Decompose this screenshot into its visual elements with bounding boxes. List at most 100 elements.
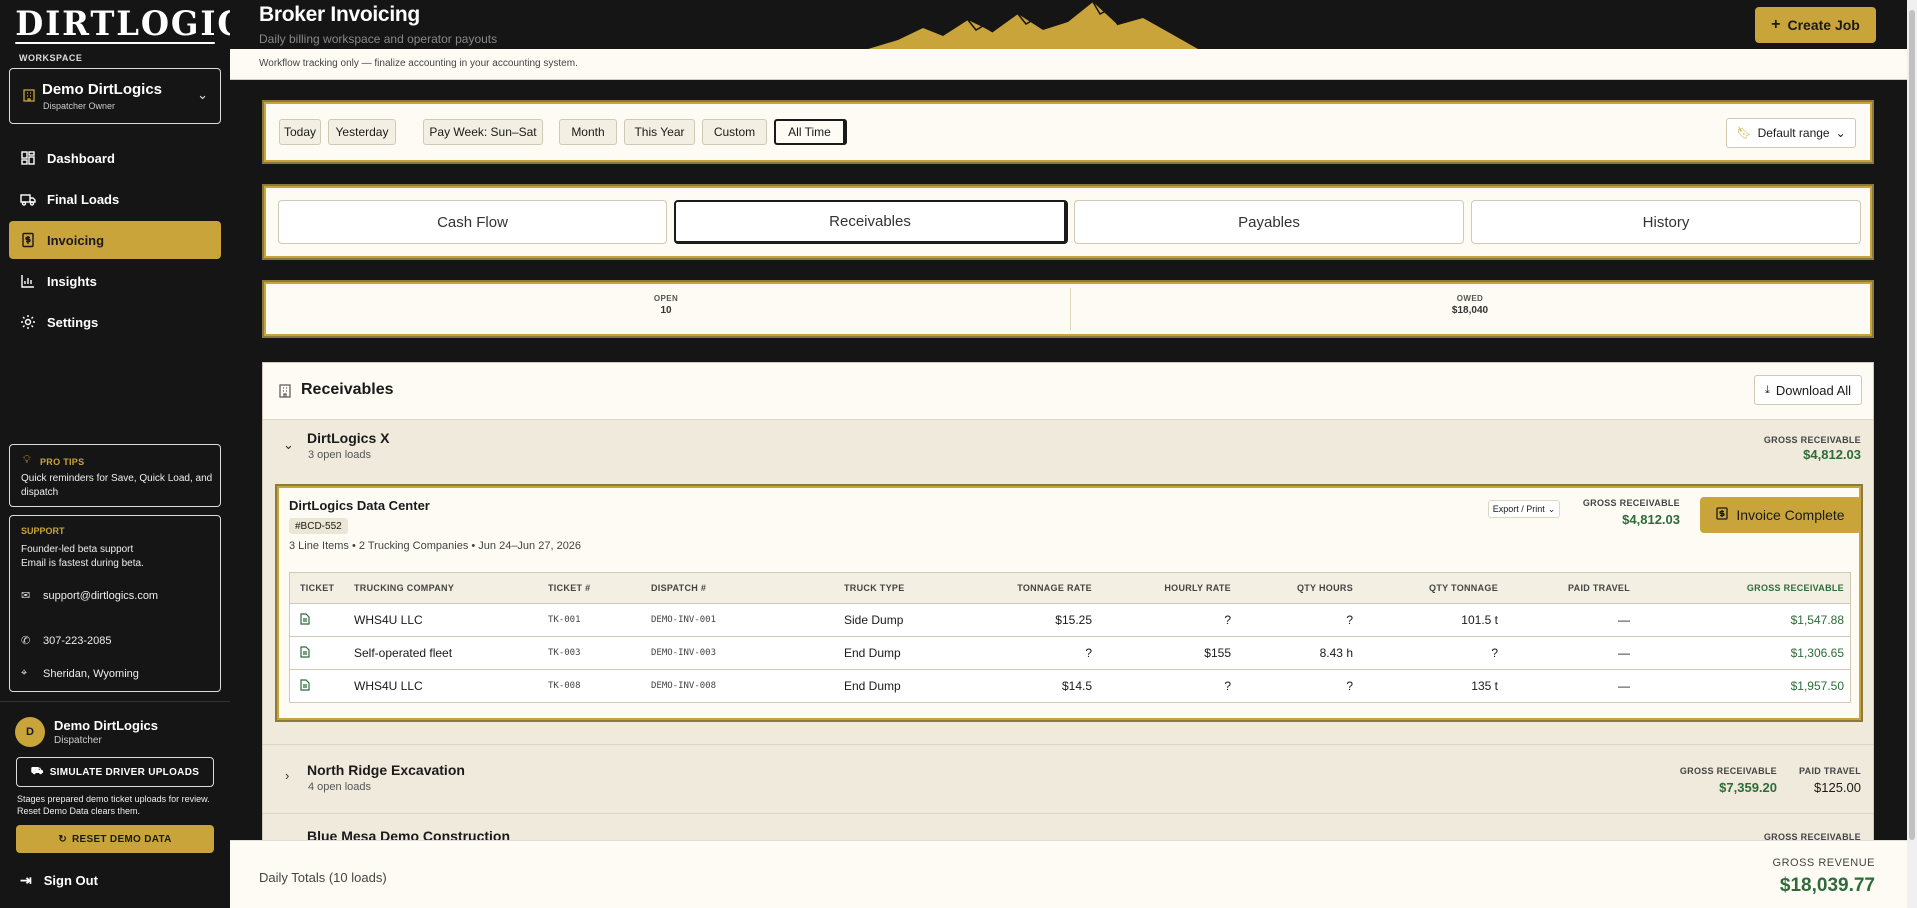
receivable-group-dirtlogics-x: ⌄ DirtLogics X 3 open loads GROSS RECEIV… — [263, 419, 1873, 735]
create-job-label: Create Job — [1787, 17, 1860, 33]
brand-logo[interactable]: DIRTLOGICS — [15, 4, 268, 44]
range-chip-all-time[interactable]: All Time — [774, 119, 847, 145]
bar-chart-icon — [19, 272, 37, 290]
gross-revenue-label: GROSS REVENUE — [1772, 857, 1875, 869]
table-row[interactable]: WHS4U LLC TK-008 DEMO-INV-008 End Dump $… — [290, 669, 1850, 702]
invoice-icon — [19, 231, 37, 249]
range-chip-month[interactable]: Month — [559, 119, 617, 145]
user-role: Dispatcher — [54, 735, 102, 746]
nav-label: Final Loads — [47, 191, 120, 207]
mail-icon: ✉ — [21, 590, 31, 602]
logout-icon: ⇥ — [20, 872, 32, 888]
chevron-down-icon[interactable]: ⌄ — [283, 437, 294, 453]
col-trucking-company: TRUCKING COMPANY — [354, 583, 455, 593]
support-phone[interactable]: ✆ 307-223-2085 — [21, 634, 112, 648]
cell-qty-hours: ? — [1346, 679, 1353, 693]
group-count: 3 open loads — [308, 449, 371, 461]
support-line-1: Founder-led beta support — [21, 544, 134, 555]
cell-qty-hours: 8.43 h — [1319, 646, 1353, 660]
nav-settings[interactable]: Settings — [9, 303, 221, 341]
export-print-button[interactable]: Export / Print ⌄ — [1488, 500, 1560, 518]
col-paid-travel: PAID TRAVEL — [1568, 583, 1630, 593]
cell-tonnage-rate: $14.5 — [1061, 679, 1092, 693]
cell-company: WHS4U LLC — [354, 613, 423, 627]
cell-qty-tonnage: 101.5 t — [1461, 613, 1498, 627]
invoice-gross-label: GROSS RECEIVABLE — [1582, 498, 1680, 508]
col-ticket: TICKET — [300, 583, 335, 593]
avatar[interactable]: D — [15, 717, 45, 747]
cell-hourly-rate: ? — [1224, 679, 1231, 693]
chevron-right-icon[interactable]: › — [285, 768, 289, 783]
nav-final-loads[interactable]: Final Loads — [9, 180, 221, 218]
page-scrollbar[interactable] — [1907, 0, 1917, 908]
stats-card: OPEN 10 OWED $18,040 — [262, 280, 1874, 338]
page-subtitle: Daily billing workspace and operator pay… — [259, 32, 498, 46]
workspace-selector[interactable]: Demo DirtLogics Dispatcher Owner ⌄ — [9, 68, 221, 124]
cell-paid-travel: — — [1618, 613, 1630, 627]
range-chip-today[interactable]: Today — [279, 119, 321, 145]
col-ticket-number: TICKET # — [548, 583, 591, 593]
ticket-doc-icon[interactable] — [290, 612, 348, 628]
chevron-down-icon: ⌄ — [197, 87, 208, 102]
range-chip-custom[interactable]: Custom — [702, 119, 767, 145]
simulate-driver-uploads-button[interactable]: ⛟ SIMULATE DRIVER UPLOADS — [16, 757, 214, 787]
gear-icon — [19, 313, 37, 331]
simulate-note: Stages prepared demo ticket uploads for … — [17, 794, 210, 816]
stat-open-value: 10 — [660, 305, 672, 316]
cell-gross: $1,306.65 — [1790, 646, 1844, 660]
sidebar: DIRTLOGICS WORKSPACE Demo DirtLogics Dis… — [0, 0, 268, 908]
chevron-down-icon: ⌄ — [1835, 126, 1846, 140]
table-row[interactable]: Self-operated fleet TK-003 DEMO-INV-003 … — [290, 636, 1850, 669]
sign-out-button[interactable]: ⇥ Sign Out — [20, 872, 98, 889]
receivables-title: Receivables — [301, 381, 394, 398]
support-box: SUPPORT Founder-led beta support Email i… — [9, 515, 221, 692]
group-name[interactable]: North Ridge Excavation — [307, 762, 465, 778]
col-truck-type: TRUCK TYPE — [844, 583, 905, 593]
ticket-doc-icon[interactable] — [290, 678, 348, 694]
cell-paid-travel: — — [1618, 679, 1630, 693]
tab-history[interactable]: History — [1471, 200, 1861, 244]
download-icon: ⤓ — [1764, 383, 1770, 396]
cell-ticket-number: TK-003 — [548, 648, 581, 658]
col-hourly-rate: HOURLY RATE — [1164, 583, 1231, 593]
support-location: ⌖ Sheridan, Wyoming — [21, 667, 139, 680]
nav-insights[interactable]: Insights — [9, 262, 221, 300]
tab-receivables[interactable]: Receivables — [674, 200, 1068, 244]
reset-demo-data-button[interactable]: ↻ RESET DEMO DATA — [16, 825, 214, 853]
support-phone-text: 307-223-2085 — [43, 634, 112, 647]
receivables-section: Receivables ⤓ Download All ⌄ DirtLogics … — [262, 362, 1874, 844]
support-email[interactable]: ✉ support@dirtlogics.com — [21, 589, 158, 603]
cell-dispatch-number: DEMO-INV-003 — [651, 648, 717, 658]
create-job-button[interactable]: + Create Job — [1755, 7, 1876, 43]
invoice-card: DirtLogics Data Center #BCD-552 3 Line I… — [275, 484, 1863, 722]
stat-owed: OWED $18,040 — [1068, 294, 1872, 316]
invoice-icon — [1716, 507, 1729, 523]
download-all-button[interactable]: ⤓ Download All — [1754, 375, 1862, 405]
lightbulb-icon: 💡︎ — [23, 454, 31, 466]
stat-open-label: OPEN — [653, 294, 679, 303]
group-name[interactable]: DirtLogics X — [307, 430, 389, 446]
stat-owed-value: $18,040 — [1451, 305, 1489, 316]
plus-icon: + — [1771, 16, 1781, 33]
range-chip-yesterday[interactable]: Yesterday — [328, 119, 396, 145]
range-chip-this-year[interactable]: This Year — [624, 119, 695, 145]
default-range-dropdown[interactable]: 🔖︎ Default range ⌄ — [1726, 118, 1856, 148]
scrollbar-thumb[interactable] — [1909, 10, 1915, 840]
nav-dashboard[interactable]: Dashboard — [9, 139, 221, 177]
cell-gross: $1,547.88 — [1790, 613, 1844, 627]
map-pin-icon: ⌖ — [21, 667, 28, 679]
cell-hourly-rate: ? — [1224, 613, 1231, 627]
nav-invoicing[interactable]: Invoicing — [9, 221, 221, 259]
ticket-doc-icon[interactable] — [290, 645, 348, 661]
tab-cash-flow[interactable]: Cash Flow — [278, 200, 667, 244]
truck-icon — [19, 190, 37, 208]
cell-paid-travel: — — [1618, 646, 1630, 660]
tab-payables[interactable]: Payables — [1074, 200, 1464, 244]
invoice-complete-button[interactable]: Invoice Complete — [1700, 497, 1861, 533]
range-chip-pay-week[interactable]: Pay Week: Sun–Sat — [423, 119, 543, 145]
download-all-label: Download All — [1775, 382, 1852, 398]
building-icon — [277, 383, 293, 402]
nav-label: Dashboard — [47, 150, 115, 166]
table-row[interactable]: WHS4U LLC TK-001 DEMO-INV-001 Side Dump … — [290, 603, 1850, 636]
notice-text: Workflow tracking only — finalize accoun… — [259, 58, 578, 69]
